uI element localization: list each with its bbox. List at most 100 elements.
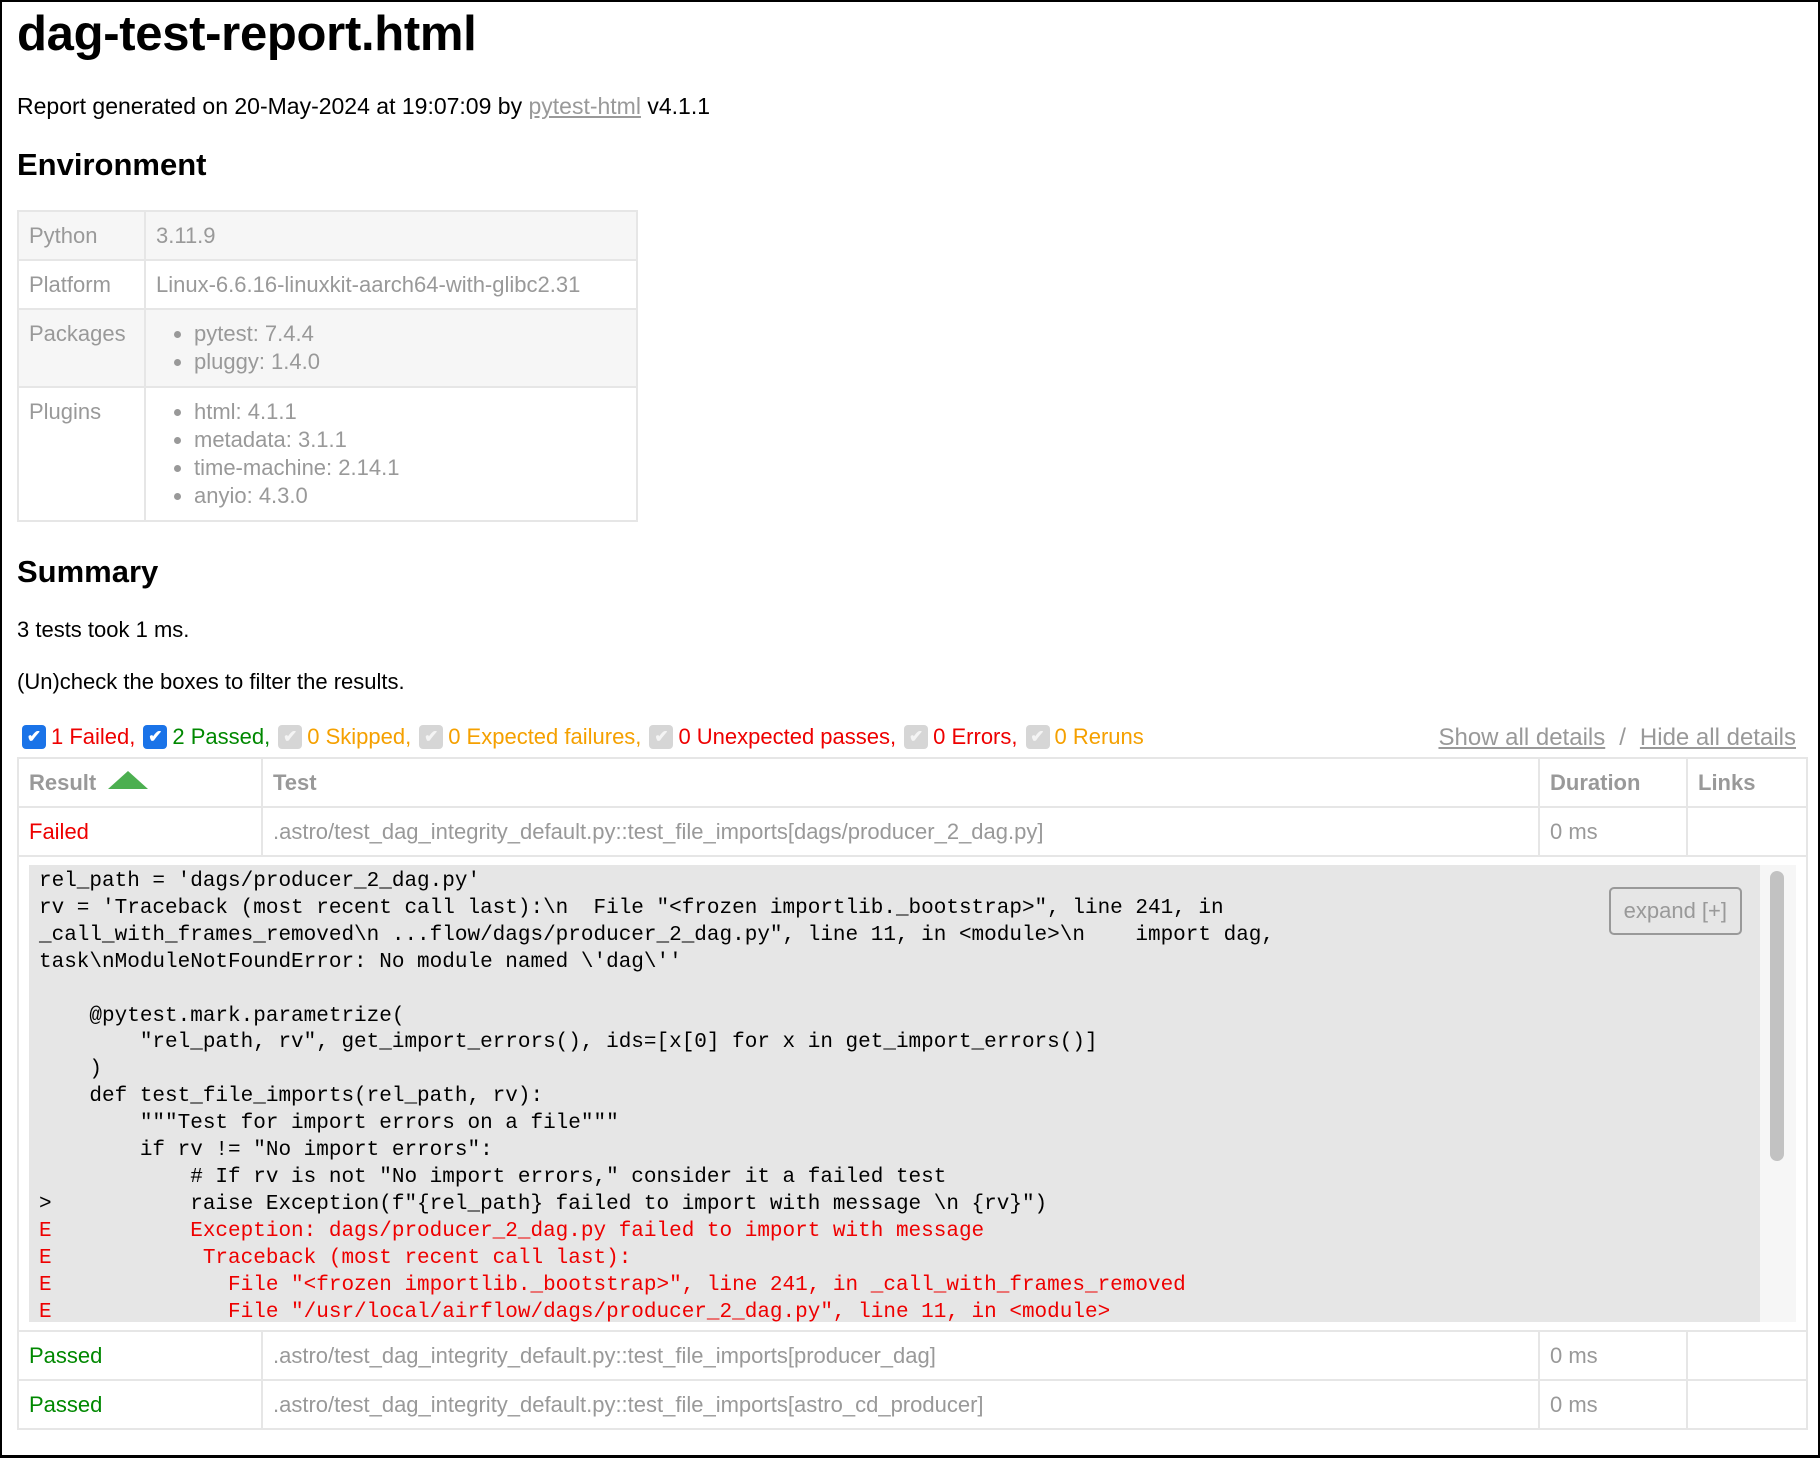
column-label: Duration: [1550, 769, 1641, 795]
log-line: ): [39, 1058, 103, 1082]
log-cell: rel_path = 'dags/producer_2_dag.py' rv =…: [17, 855, 1808, 1332]
log-line: if rv != "No import errors":: [39, 1139, 493, 1163]
filter-label: 0 Expected failures,: [448, 724, 642, 749]
checkmark-icon: ✔: [283, 727, 298, 746]
filter-item: ✔ 0 Errors,: [904, 724, 1018, 750]
filter-checkbox: ✔: [419, 725, 444, 749]
generated-suffix: v4.1.1: [640, 93, 710, 119]
pytest-html-link[interactable]: pytest-html: [528, 93, 640, 119]
filter-item[interactable]: ✔ 1 Failed,: [22, 724, 135, 750]
log-text: rel_path = 'dags/producer_2_dag.py' rv =…: [39, 869, 1750, 1322]
log-line: "rel_path, rv", get_import_errors(), ids…: [39, 1031, 1098, 1055]
filter-checkbox: ✔: [278, 725, 303, 749]
failure-log: rel_path = 'dags/producer_2_dag.py' rv =…: [29, 865, 1760, 1322]
filter-label: 2 Passed,: [172, 724, 271, 749]
log-row: rel_path = 'dags/producer_2_dag.py' rv =…: [17, 855, 1808, 1332]
filter-checkbox[interactable]: ✔: [22, 725, 46, 749]
column-header-duration[interactable]: Duration: [1538, 757, 1688, 808]
column-header-links: Links: [1686, 757, 1808, 808]
filter-item[interactable]: ✔ 2 Passed,: [143, 724, 270, 750]
checkmark-icon: ✔: [654, 727, 669, 746]
checkmark-icon: ✔: [1030, 727, 1045, 746]
column-header-test[interactable]: Test: [261, 757, 1540, 808]
page-title: dag-test-report.html: [17, 7, 477, 61]
table-row[interactable]: Passed .astro/test_dag_integrity_default…: [17, 1330, 1808, 1381]
column-label: Test: [273, 769, 317, 795]
result-cell[interactable]: Passed: [17, 1379, 263, 1430]
environment-table: Python 3.11.9 Platform Linux-6.6.16-linuxki…: [17, 210, 638, 522]
checkmark-icon: ✔: [148, 727, 163, 746]
duration-cell: 0 ms: [1538, 806, 1688, 857]
result-cell[interactable]: Failed: [17, 806, 263, 857]
environment-key: Python: [17, 210, 146, 261]
environment-row: Python 3.11.9: [17, 210, 638, 261]
generated-prefix: Report generated on 20-May-2024 at 19:07…: [17, 93, 529, 119]
table-row[interactable]: Failed .astro/test_dag_integrity_default…: [17, 806, 1808, 857]
filter-label: 0 Unexpected passes,: [678, 724, 897, 749]
test-cell: .astro/test_dag_integrity_default.py::te…: [261, 1379, 1540, 1430]
filter-item: ✔ 0 Skipped,: [278, 724, 411, 750]
log-line: @pytest.mark.parametrize(: [39, 1004, 405, 1028]
environment-list: pytest: 7.4.4pluggy: 1.4.0: [156, 320, 626, 376]
links-cell: [1686, 806, 1808, 857]
log-line: def test_file_imports(rel_path, rv):: [39, 1085, 544, 1109]
log-line: rv = 'Traceback (most recent call last):…: [39, 896, 1224, 920]
log-line: task\nModuleNotFoundError: No module nam…: [39, 950, 682, 974]
filter-label: 0 Reruns: [1054, 724, 1144, 749]
filter-label: 0 Errors,: [933, 724, 1018, 749]
log-line: # If rv is not "No import errors," consi…: [39, 1165, 947, 1189]
checkmark-icon: ✔: [26, 727, 42, 746]
environment-list-item: anyio: 4.3.0: [194, 482, 626, 510]
filter-item: ✔ 0 Unexpected passes,: [649, 724, 896, 750]
run-duration-text: 3 tests took 1 ms.: [17, 617, 190, 642]
log-error-line: E File "/usr/local/airflow/dags/producer…: [39, 1300, 1111, 1323]
environment-list-item: pytest: 7.4.4: [194, 320, 626, 348]
duration-cell: 0 ms: [1538, 1330, 1688, 1381]
results-header-row: Result Test Duration Links: [17, 757, 1808, 808]
environment-value: 3.11.9: [144, 210, 638, 261]
environment-heading: Environment: [17, 147, 207, 182]
environment-value: Linux-6.6.16-linuxkit-aarch64-with-glibc…: [144, 259, 638, 310]
filter-checkbox[interactable]: ✔: [143, 725, 168, 749]
log-scrollbar[interactable]: [1760, 865, 1796, 1322]
filter-checkbox: ✔: [904, 725, 929, 749]
log-line: rel_path = 'dags/producer_2_dag.py': [39, 870, 481, 893]
column-label: Links: [1698, 769, 1756, 795]
log-error-line: E Traceback (most recent call last):: [39, 1246, 632, 1270]
filter-checkbox: ✔: [649, 725, 674, 749]
filter-hint: (Un)check the boxes to filter the result…: [17, 669, 405, 694]
checkmark-icon: ✔: [909, 727, 924, 746]
log-line: """Test for import errors on a file""": [39, 1112, 619, 1136]
environment-list-item: time-machine: 2.14.1: [194, 454, 626, 482]
table-row[interactable]: Passed .astro/test_dag_integrity_default…: [17, 1379, 1808, 1430]
filter-item: ✔ 0 Reruns: [1025, 724, 1144, 750]
checkmark-icon: ✔: [424, 727, 439, 746]
column-header-result[interactable]: Result: [17, 757, 263, 808]
environment-row: Packagespytest: 7.4.4pluggy: 1.4.0: [17, 308, 638, 388]
log-line: > raise Exception(f"{rel_path} failed to…: [39, 1192, 1048, 1216]
environment-value: html: 4.1.1metadata: 3.1.1time-machine: …: [144, 386, 638, 522]
environment-list-item: html: 4.1.1: [194, 398, 626, 426]
environment-key: Packages: [17, 308, 146, 388]
filter-checkbox: ✔: [1025, 725, 1050, 749]
log-error-line: E File "<frozen importlib._bootstrap>", …: [39, 1273, 1186, 1297]
show-all-details-link[interactable]: Show all details: [1438, 724, 1605, 751]
links-cell: [1686, 1379, 1808, 1430]
summary-heading: Summary: [17, 554, 159, 589]
result-filters: ✔ 1 Failed, ✔ 2 Passed, ✔ 0 Skipped, ✔ 0 Expect…: [22, 724, 1152, 750]
log-container: rel_path = 'dags/producer_2_dag.py' rv =…: [29, 865, 1796, 1322]
sort-ascending-icon[interactable]: [108, 770, 149, 789]
environment-key: Plugins: [17, 386, 146, 522]
environment-list-item: pluggy: 1.4.0: [194, 348, 626, 376]
filter-label: 1 Failed,: [51, 724, 136, 749]
result-cell[interactable]: Passed: [17, 1330, 263, 1381]
expand-log-button[interactable]: expand [+]: [1608, 887, 1742, 935]
column-label: Result: [29, 769, 97, 795]
hide-all-details-link[interactable]: Hide all details: [1640, 724, 1796, 751]
environment-list-item: metadata: 3.1.1: [194, 426, 626, 454]
detail-toggles: Show all details / Hide all details: [1438, 724, 1796, 752]
report-page: dag-test-report.html Report generated on…: [2, 2, 1818, 1455]
log-scrollbar-thumb[interactable]: [1770, 871, 1784, 1161]
environment-value: pytest: 7.4.4pluggy: 1.4.0: [144, 308, 638, 388]
environment-list: html: 4.1.1metadata: 3.1.1time-machine: …: [156, 398, 626, 510]
